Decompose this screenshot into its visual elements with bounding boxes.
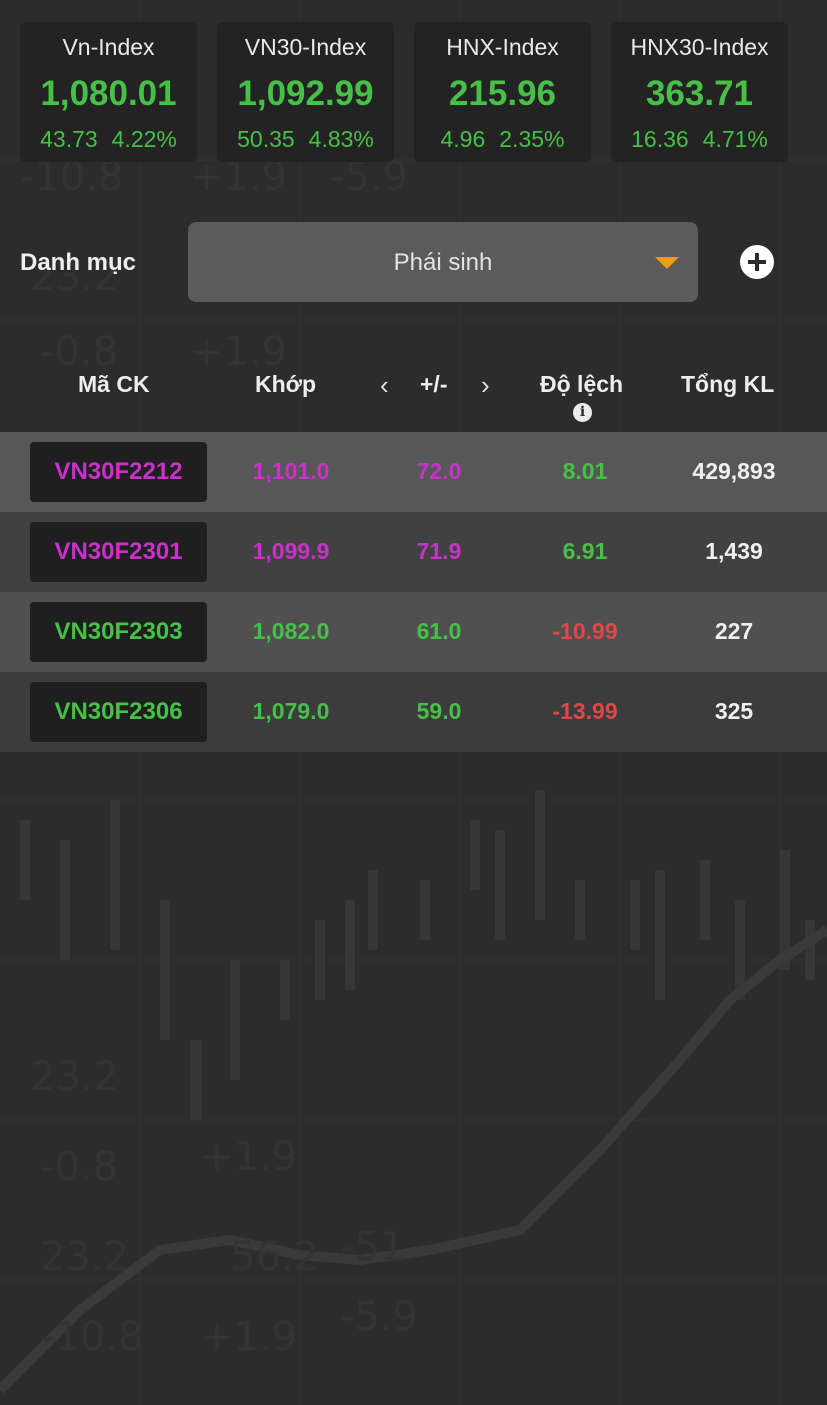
price-change: 72.0 [416, 458, 462, 484]
index-name: Vn-Index [62, 34, 155, 60]
derivatives-table: VN30F2212 1,101.0 72.0 8.01 429,893 VN30… [0, 432, 827, 752]
index-change-percent: 4.22% [111, 126, 177, 152]
index-card-hnx30-index[interactable]: HNX30-Index 363.71 16.36 4.71% [611, 22, 788, 162]
svg-text:+1.9: +1.9 [200, 1134, 297, 1180]
index-name: HNX30-Index [630, 34, 769, 60]
svg-text:-0.8: -0.8 [40, 329, 118, 375]
match-price: 1,082.0 [252, 618, 330, 644]
symbol-button[interactable]: VN30F2306 [30, 682, 207, 742]
index-change: 16.36 4.71% [611, 126, 788, 153]
deviation: 8.01 [562, 458, 608, 484]
svg-text:-0.8: -0.8 [40, 1144, 118, 1190]
price-change: 61.0 [416, 618, 462, 644]
caret-down-icon [655, 257, 679, 269]
svg-text:23.2: 23.2 [30, 1054, 119, 1100]
category-dropdown[interactable]: Phái sinh [188, 222, 698, 302]
index-change-points: 50.35 [237, 126, 295, 152]
index-value: 1,080.01 [40, 74, 177, 113]
svg-text:+1.9: +1.9 [190, 329, 287, 375]
header-deviation: Độ lệch [540, 371, 624, 397]
svg-text:-51: -51 [340, 1224, 405, 1270]
index-value: 1,092.99 [237, 74, 374, 113]
header-code: Mã CK [78, 371, 150, 397]
index-change: 4.96 2.35% [414, 126, 591, 153]
deviation: 6.91 [562, 538, 608, 564]
index-cards: Vn-Index 1,080.01 43.73 4.22% VN30-Index … [20, 22, 788, 162]
deviation: -10.99 [552, 618, 618, 644]
table-row[interactable]: VN30F2301 1,099.9 71.9 6.91 1,439 [0, 512, 827, 592]
index-change-percent: 4.83% [308, 126, 374, 152]
price-change: 71.9 [416, 538, 462, 564]
index-value: 215.96 [448, 74, 557, 113]
header-volume: Tổng KL [681, 371, 775, 397]
svg-text:56.2: 56.2 [230, 1234, 319, 1280]
add-watchlist-button[interactable] [740, 245, 774, 279]
header-change: +/- [420, 371, 448, 397]
svg-text:-10.8: -10.8 [40, 1314, 144, 1360]
svg-text:+1.9: +1.9 [200, 1314, 297, 1360]
index-change-points: 43.73 [40, 126, 98, 152]
symbol-button[interactable]: VN30F2303 [30, 602, 207, 662]
chevron-left-icon[interactable]: ‹ [380, 370, 389, 401]
total-volume: 227 [714, 618, 754, 644]
info-icon[interactable]: i [573, 403, 592, 422]
deviation: -13.99 [552, 698, 618, 724]
index-change-points: 16.36 [631, 126, 689, 152]
price-change: 59.0 [416, 698, 462, 724]
index-name: HNX-Index [446, 34, 559, 60]
chevron-right-icon[interactable]: › [481, 370, 490, 401]
category-selected-value: Phái sinh [393, 249, 493, 276]
total-volume: 429,893 [692, 458, 776, 484]
index-change-percent: 2.35% [499, 126, 565, 152]
match-price: 1,099.9 [252, 538, 330, 564]
index-change-percent: 4.71% [702, 126, 768, 152]
total-volume: 1,439 [705, 538, 763, 564]
category-label: Danh mục [20, 249, 137, 276]
total-volume: 325 [714, 698, 754, 724]
symbol-button[interactable]: VN30F2212 [30, 442, 207, 502]
table-row[interactable]: VN30F2212 1,101.0 72.0 8.01 429,893 [0, 432, 827, 512]
svg-text:-5.9: -5.9 [340, 1294, 418, 1340]
index-change: 43.73 4.22% [20, 126, 197, 153]
index-card-hnx-index[interactable]: HNX-Index 215.96 4.96 2.35% [414, 22, 591, 162]
table-row[interactable]: VN30F2303 1,082.0 61.0 -10.99 227 [0, 592, 827, 672]
svg-text:23.2: 23.2 [40, 1234, 129, 1280]
index-change-points: 4.96 [440, 126, 486, 152]
index-change: 50.35 4.83% [217, 126, 394, 153]
symbol-button[interactable]: VN30F2301 [30, 522, 207, 582]
index-value: 363.71 [645, 74, 754, 113]
index-card-vn30-index[interactable]: VN30-Index 1,092.99 50.35 4.83% [217, 22, 394, 162]
header-match: Khớp [255, 371, 317, 397]
match-price: 1,079.0 [252, 698, 330, 724]
match-price: 1,101.0 [252, 458, 330, 484]
index-name: VN30-Index [244, 34, 367, 60]
index-card-vn-index[interactable]: Vn-Index 1,080.01 43.73 4.22% [20, 22, 197, 162]
table-row[interactable]: VN30F2306 1,079.0 59.0 -13.99 325 [0, 672, 827, 752]
